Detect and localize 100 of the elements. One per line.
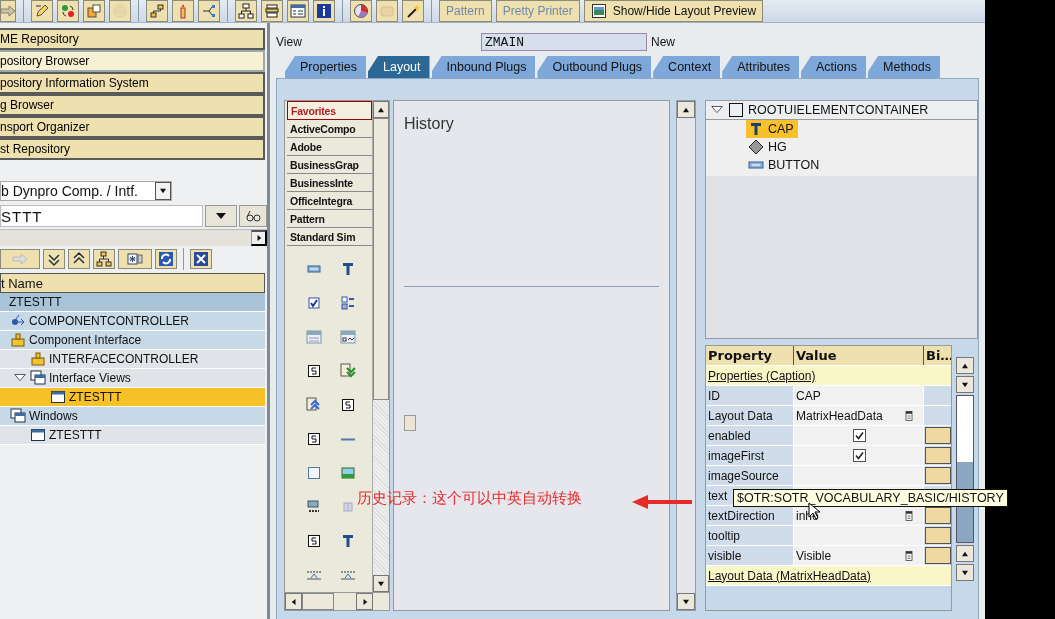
view-label: View — [276, 35, 303, 49]
edit-button[interactable] — [31, 0, 53, 22]
branch-arrow-icon — [201, 3, 217, 19]
scroll-down-button[interactable] — [373, 575, 389, 592]
property-name: textDirection — [706, 506, 794, 525]
checkbox[interactable] — [853, 429, 866, 442]
tab[interactable]: Properties — [285, 56, 366, 78]
navigation-button[interactable]: pository Browser — [0, 50, 265, 72]
property-name: visible — [706, 546, 794, 565]
caption-text: History — [404, 115, 455, 133]
tab[interactable]: Attributes — [722, 56, 799, 78]
pencil-icon — [34, 3, 50, 19]
glasses-icon — [245, 208, 262, 224]
symbol-box-icon — [306, 533, 322, 549]
tree-item[interactable]: ZTESTTT — [0, 293, 265, 312]
scroll-left-button[interactable] — [285, 593, 302, 610]
tree-item[interactable]: CAP — [746, 120, 798, 138]
stack-icon — [264, 3, 280, 19]
tab[interactable]: Methods — [868, 56, 940, 78]
display-button[interactable] — [239, 205, 267, 227]
scroll-down-button[interactable] — [956, 564, 974, 581]
hierarchy-icon — [149, 3, 165, 19]
check-button[interactable] — [57, 0, 79, 22]
structure-button[interactable] — [235, 0, 257, 22]
tree-item[interactable]: Interface Views — [0, 369, 265, 388]
tree-item[interactable]: HG — [746, 138, 791, 156]
arrow-icon — [12, 251, 28, 267]
dropdown-button[interactable] — [205, 205, 238, 227]
new-button[interactable] — [118, 249, 152, 269]
symbol-box-icon — [306, 363, 322, 379]
scroll-right-button[interactable] — [251, 230, 267, 246]
tab[interactable]: Outbound Plugs — [537, 56, 652, 78]
checkbox[interactable] — [853, 449, 866, 462]
tab[interactable]: Layout — [368, 56, 430, 78]
scroll-up-button[interactable] — [373, 101, 389, 118]
navigate-button[interactable] — [198, 0, 220, 22]
binding-button[interactable] — [925, 467, 951, 484]
tab[interactable]: Context — [653, 56, 721, 78]
scroll-thumb[interactable] — [302, 593, 334, 610]
where-used-button[interactable] — [172, 0, 194, 22]
tree-item[interactable]: ZTESTTT — [0, 426, 265, 445]
object-name-field[interactable]: STTT — [0, 205, 204, 227]
org-chart-icon — [238, 3, 254, 19]
tree-item[interactable]: INTERFACECONTROLLER — [0, 350, 265, 369]
scroll-down-button[interactable] — [677, 593, 695, 610]
navigation-button[interactable]: pository Information System — [0, 72, 265, 94]
chart-button[interactable] — [350, 0, 372, 22]
tab[interactable]: Actions — [801, 56, 866, 78]
property-name: enabled — [706, 426, 794, 445]
toolbar-button[interactable]: Show/Hide Layout Preview — [583, 0, 764, 22]
refresh-button[interactable] — [155, 249, 177, 269]
tree-item[interactable]: Windows — [0, 407, 265, 426]
tree-item[interactable]: BUTTON — [746, 156, 824, 174]
info-button[interactable] — [313, 0, 335, 22]
tree-item[interactable]: ROOTUIELEMENTCONTAINER — [706, 101, 977, 120]
input-field-icon — [306, 499, 322, 515]
stack-button[interactable] — [261, 0, 283, 22]
hierarchy-button[interactable] — [146, 0, 168, 22]
binding-button[interactable] — [925, 507, 951, 524]
palette-category[interactable]: Favorites — [287, 101, 373, 120]
text-icon — [340, 533, 356, 549]
tree-item[interactable]: Component Interface — [0, 331, 265, 350]
window-icon — [30, 427, 46, 443]
property-name: imageFirst — [706, 446, 794, 465]
list-button[interactable] — [287, 0, 309, 22]
close-button[interactable] — [190, 249, 212, 269]
arrows-icon — [306, 397, 322, 413]
close-icon — [193, 251, 209, 267]
pie-icon — [353, 3, 369, 19]
navigation-button[interactable]: ME Repository — [0, 28, 265, 50]
group-header-row[interactable]: Layout Data (MatrixHeadData) — [706, 566, 952, 586]
navigation-button[interactable]: g Browser — [0, 94, 265, 116]
forward-button[interactable] — [0, 0, 16, 22]
tab[interactable]: Inbound Plugs — [431, 56, 536, 78]
scroll-thumb[interactable] — [373, 118, 389, 400]
navigation-button[interactable]: st Repository — [0, 138, 265, 160]
binding-button[interactable] — [925, 447, 951, 464]
scroll-up-button[interactable] — [956, 545, 974, 562]
group-header-row[interactable]: Properties (Caption) — [706, 366, 952, 386]
navigation-button[interactable]: nsport Organizer — [0, 116, 265, 138]
symbol-box-icon — [306, 431, 322, 447]
value-dropdown[interactable]: Visible — [794, 546, 924, 565]
value-dropdown[interactable]: MatrixHeadData — [794, 406, 924, 425]
binding-button[interactable] — [925, 527, 951, 544]
tree-item[interactable]: COMPONENTCONTROLLER — [0, 312, 265, 331]
scroll-down-button[interactable] — [956, 376, 974, 393]
chart-icon — [341, 570, 355, 580]
symbol-box-icon — [340, 397, 356, 413]
expand-button[interactable] — [43, 249, 65, 269]
binding-button[interactable] — [925, 547, 951, 564]
scroll-up-button[interactable] — [677, 101, 695, 118]
binding-button[interactable] — [925, 427, 951, 444]
activate-button[interactable] — [83, 0, 105, 22]
view-name-field[interactable]: ZMAIN — [481, 33, 647, 51]
hierarchy-button[interactable] — [93, 249, 115, 269]
scroll-up-button[interactable] — [956, 357, 974, 374]
object-type-dropdown[interactable]: b Dynpro Comp. / Intf. — [0, 181, 172, 201]
collapse-button[interactable] — [68, 249, 90, 269]
wizard-button[interactable] — [402, 0, 424, 22]
tree-item[interactable]: ZTESTTT — [0, 388, 265, 407]
